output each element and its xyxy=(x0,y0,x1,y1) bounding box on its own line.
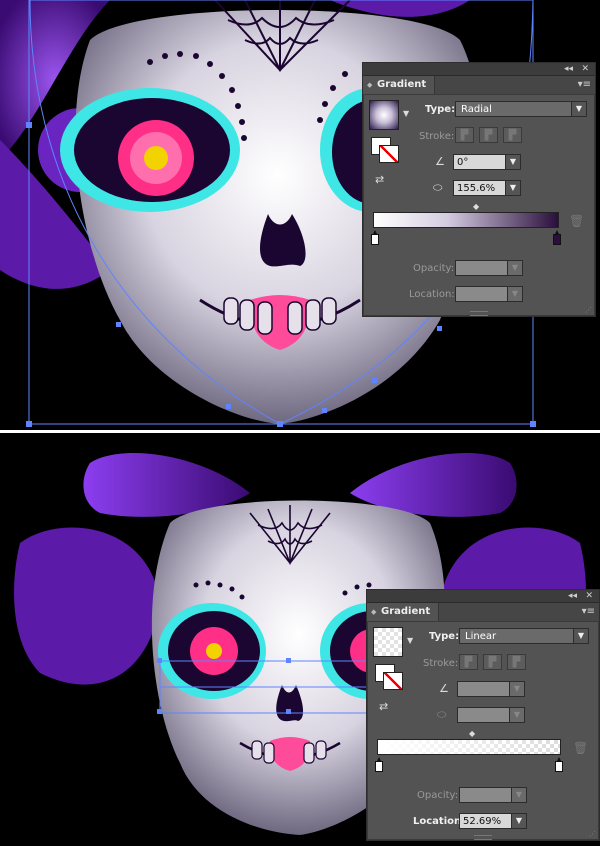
aspect-ratio-icon: ⬭ xyxy=(433,181,443,194)
panel-titlebar[interactable]: ◂◂ ✕ xyxy=(363,63,595,76)
chevron-down-icon[interactable]: ▼ xyxy=(509,708,524,722)
gradient-stop-left[interactable] xyxy=(375,757,383,772)
resize-grip-icon[interactable]: ⋰ xyxy=(589,830,596,838)
aspect-ratio-icon: ⬭ xyxy=(437,708,447,721)
stroke-label: Stroke: xyxy=(419,131,455,142)
stroke-across-button[interactable]: ▛ xyxy=(503,127,522,143)
angle-icon: ∠ xyxy=(439,682,449,695)
location-label: Location: xyxy=(413,816,466,827)
type-label: Type: xyxy=(425,104,456,115)
chevron-down-icon[interactable]: ▼ xyxy=(505,181,520,195)
angle-value: 0° xyxy=(457,157,469,168)
panel-tabrow: ◆ Gradient ▾≡ xyxy=(367,603,599,622)
chevron-down-icon[interactable]: ▼ xyxy=(505,155,520,169)
chevron-down-icon: ▼ xyxy=(573,629,588,643)
type-label: Type: xyxy=(429,631,460,642)
close-icon[interactable]: ✕ xyxy=(581,63,589,75)
delete-stop-icon[interactable]: 🗑 xyxy=(569,214,584,228)
swatch-dropdown-icon[interactable]: ▼ xyxy=(403,109,409,118)
tab-gradient[interactable]: ◆ Gradient xyxy=(363,76,436,94)
stroke-label: Stroke: xyxy=(423,658,459,669)
angle-icon: ∠ xyxy=(435,155,445,168)
opacity-field[interactable]: ▼ xyxy=(459,787,527,803)
panel-tabrow: ◆ Gradient ▾≡ xyxy=(363,76,595,95)
gradient-slider[interactable] xyxy=(373,212,559,228)
type-select[interactable]: Radial ▼ xyxy=(455,101,587,117)
type-select-value: Radial xyxy=(461,104,492,115)
gradient-stop-right[interactable] xyxy=(553,230,561,245)
delete-stop-icon[interactable]: 🗑 xyxy=(573,741,588,755)
midpoint-diamond-icon[interactable]: ◆ xyxy=(473,202,479,211)
gradient-preview-swatch[interactable] xyxy=(369,100,399,130)
midpoint-diamond-icon[interactable]: ◆ xyxy=(469,729,475,738)
tab-gradient-label: Gradient xyxy=(377,79,427,90)
gradient-panel-radial: ◂◂ ✕ ◆ Gradient ▾≡ ▼ ⇄ Type: Radial ▼ St… xyxy=(362,62,596,317)
panel-menu-icon[interactable]: ▾≡ xyxy=(578,79,591,90)
location-value: 52.69% xyxy=(463,816,502,827)
gradient-panel-linear: ◂◂ ✕ ◆ Gradient ▾≡ ▼ ⇄ Type: Linear ▼ St… xyxy=(366,589,600,841)
stroke-along-button[interactable]: ▛ xyxy=(479,127,498,143)
stroke-along-button[interactable]: ▛ xyxy=(483,654,502,670)
aspect-ratio-value: 155.6% xyxy=(457,183,496,194)
location-field[interactable]: 52.69% ▼ xyxy=(459,813,527,829)
angle-field[interactable]: 0° ▼ xyxy=(453,154,521,170)
resize-grip-icon[interactable]: ⋰ xyxy=(585,306,592,314)
stroke-within-button[interactable]: ▛ xyxy=(459,654,478,670)
gradient-slider[interactable] xyxy=(377,739,561,755)
tab-gradient-label: Gradient xyxy=(381,606,431,617)
gradient-preview-swatch[interactable] xyxy=(373,627,403,657)
stroke-none-icon[interactable] xyxy=(379,145,399,163)
location-field[interactable]: ▼ xyxy=(455,286,523,302)
tab-gradient[interactable]: ◆ Gradient xyxy=(367,603,440,621)
type-select[interactable]: Linear ▼ xyxy=(459,628,589,644)
angle-field[interactable]: ▼ xyxy=(457,681,525,697)
tab-grip-icon: ◆ xyxy=(367,81,373,89)
chevron-down-icon[interactable]: ▼ xyxy=(507,261,522,275)
panel-resize-handle[interactable] xyxy=(470,311,488,316)
gradient-stop-left[interactable] xyxy=(371,230,379,245)
panel-menu-icon[interactable]: ▾≡ xyxy=(582,606,595,617)
type-select-value: Linear xyxy=(465,631,497,642)
panel-resize-handle[interactable] xyxy=(474,835,492,840)
stroke-none-icon[interactable] xyxy=(383,672,403,690)
collapse-icon[interactable]: ◂◂ xyxy=(564,63,573,75)
stroke-within-button[interactable]: ▛ xyxy=(455,127,474,143)
opacity-label: Opacity: xyxy=(413,263,455,274)
opacity-label: Opacity: xyxy=(417,790,459,801)
close-icon[interactable]: ✕ xyxy=(585,590,593,602)
swatch-dropdown-icon[interactable]: ▼ xyxy=(407,636,413,645)
chevron-down-icon[interactable]: ▼ xyxy=(509,682,524,696)
aspect-ratio-field[interactable]: ▼ xyxy=(457,707,525,723)
reverse-gradient-icon[interactable]: ⇄ xyxy=(379,700,388,713)
collapse-icon[interactable]: ◂◂ xyxy=(568,590,577,602)
reverse-gradient-icon[interactable]: ⇄ xyxy=(375,173,384,186)
chevron-down-icon: ▼ xyxy=(571,102,586,116)
tab-grip-icon: ◆ xyxy=(371,608,377,616)
chevron-down-icon[interactable]: ▼ xyxy=(511,814,526,828)
panel-titlebar[interactable]: ◂◂ ✕ xyxy=(367,590,599,603)
chevron-down-icon[interactable]: ▼ xyxy=(507,287,522,301)
opacity-field[interactable]: ▼ xyxy=(455,260,523,276)
gradient-stop-right[interactable] xyxy=(555,757,563,772)
chevron-down-icon[interactable]: ▼ xyxy=(511,788,526,802)
aspect-ratio-field[interactable]: 155.6% ▼ xyxy=(453,180,521,196)
stroke-across-button[interactable]: ▛ xyxy=(507,654,526,670)
location-label: Location: xyxy=(409,289,455,300)
